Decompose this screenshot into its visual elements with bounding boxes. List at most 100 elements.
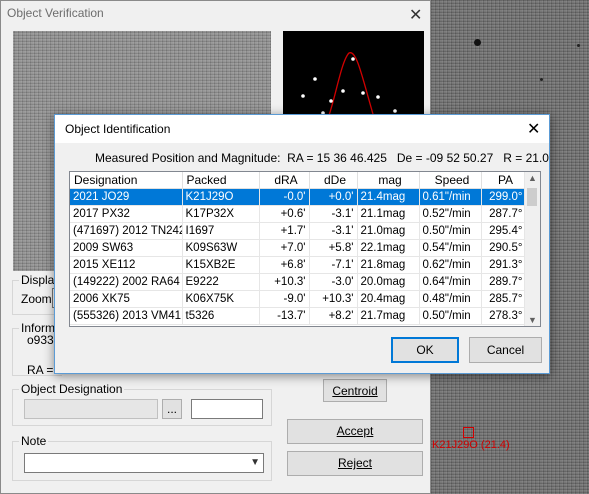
table-cell: 20.4mag [357,290,420,308]
column-header[interactable]: Speed [419,172,482,189]
browse-button[interactable]: ... [162,399,182,419]
table-cell: 21.1mag [357,205,420,223]
table-row[interactable]: 2017 PX32 K17P32X +0.6' -3.1' 21.1mag 0.52"/m… [70,205,527,223]
table-cell: 2015 XE112 [70,256,183,274]
table-cell: 2021 JO29 [70,188,183,206]
table-cell: K09S63W [182,239,260,257]
close-icon[interactable]: ✕ [527,121,540,137]
table-cell: -13.7' [259,307,310,325]
zoom-label: Zoom [21,292,52,306]
table-cell: 21.8mag [357,256,420,274]
column-header[interactable]: dRA [259,172,310,189]
verification-title: Object Verification [7,6,104,20]
reject-button[interactable]: Reject [287,451,423,476]
table-cell: 285.7° [481,290,527,308]
table-cell: 0.64"/min [419,273,482,291]
table-cell: 0.61"/min [419,188,482,206]
table-cell: +7.0' [259,239,310,257]
table-cell: I1697 [182,222,260,240]
table-cell: 21.4mag [357,188,420,206]
table-cell: -7.1' [309,256,358,274]
column-header[interactable]: mag [357,172,420,189]
column-header[interactable]: Packed [182,172,260,189]
column-header[interactable]: Designation [70,172,183,189]
column-header[interactable]: PA [481,172,527,189]
table-cell: K21J29O [182,188,260,206]
table-cell: -3.1' [309,205,358,223]
table-cell: 0.52"/min [419,205,482,223]
table-cell: 21.7mag [357,307,420,325]
scroll-down-icon[interactable]: ▼ [528,315,537,325]
designation-input[interactable] [24,399,158,419]
verification-title-bar: Object Verification ✕ [1,1,430,27]
vertical-scrollbar[interactable]: ▲ ▼ [524,172,540,326]
table-cell: K06X75K [182,290,260,308]
table-cell: t5326 [182,307,260,325]
identification-title-bar: Object Identification ✕ [55,115,549,143]
candidates-list[interactable]: Designation Packed dRA dDe mag Speed PA 2021 J… [69,171,541,327]
table-cell: (149222) 2002 RA64 [70,273,183,291]
table-cell: +10.3' [259,273,310,291]
object-marker[interactable] [463,427,474,438]
table-cell: 287.7° [481,205,527,223]
identification-title: Object Identification [65,122,171,136]
table-cell: K17P32X [182,205,260,223]
column-header[interactable]: dDe [309,172,358,189]
table-cell: E9222 [182,273,260,291]
table-row[interactable]: 2015 XE112 K15XB2E +6.8' -7.1' 21.8mag 0.62"/… [70,256,527,274]
scrollbar-thumb[interactable] [527,188,537,206]
table-cell: 291.3° [481,256,527,274]
table-cell: +1.7' [259,222,310,240]
close-icon[interactable]: ✕ [409,7,422,23]
table-row[interactable]: 2006 XK75 K06X75K -9.0' +10.3' 20.4mag 0.48"/… [70,290,527,308]
table-header: Designation Packed dRA dDe mag Speed PA [70,172,527,189]
note-select[interactable]: ▼ [24,453,264,473]
table-row[interactable]: (149222) 2002 RA64 E9222 +10.3' -3.0' 20.0ma… [70,273,527,291]
star [540,78,543,81]
table-cell: +6.8' [259,256,310,274]
table-cell: K15XB2E [182,256,260,274]
measured-summary: Measured Position and Magnitude: RA = 15… [95,151,549,165]
centroid-button[interactable]: Centroid [323,379,387,402]
table-cell: -3.0' [309,273,358,291]
star [474,39,481,46]
table-cell: 0.62"/min [419,256,482,274]
table-row[interactable]: 2021 JO29 K21J29O -0.0' +0.0' 21.4mag 0.61"/m… [70,188,527,206]
table-cell: 2009 SW63 [70,239,183,257]
table-cell: 299.0° [481,188,527,206]
object-identification-dialog: Object Identification ✕ Measured Positio… [54,114,550,374]
table-row[interactable]: (555326) 2013 VM41 t5326 -13.7' +8.2' 21.7ma… [70,307,527,325]
table-row[interactable]: (471697) 2012 TN242 I1697 +1.7' -3.1' 21.0ma… [70,222,527,240]
object-marker-label: K21J29O (21.4) [432,439,510,451]
accept-button[interactable]: Accept [287,419,423,444]
profile-plot [283,31,424,121]
chevron-down-icon[interactable]: ▼ [250,457,260,468]
star [577,44,580,47]
table-cell: -3.1' [309,222,358,240]
table-cell: 0.50"/min [419,222,482,240]
table-cell: 22.1mag [357,239,420,257]
table-cell: +0.0' [309,188,358,206]
note-label: Note [19,434,49,448]
table-cell: +5.8' [309,239,358,257]
table-cell: (555326) 2013 VM41 [70,307,183,325]
table-cell: 2017 PX32 [70,205,183,223]
cancel-button[interactable]: Cancel [469,337,542,363]
designation-extra-input[interactable] [191,399,263,419]
table-cell: +10.3' [309,290,358,308]
table-cell: 295.4° [481,222,527,240]
profile-curve [297,52,397,121]
ok-button[interactable]: OK [391,337,459,363]
table-cell: 0.54"/min [419,239,482,257]
candidates-table: Designation Packed dRA dDe mag Speed PA 2021 J… [70,172,527,325]
table-cell: +0.6' [259,205,310,223]
table-row[interactable]: 2009 SW63 K09S63W +7.0' +5.8' 22.1mag 0.54"/m… [70,239,527,257]
table-cell: +8.2' [309,307,358,325]
table-cell: 289.7° [481,273,527,291]
table-cell: 0.48"/min [419,290,482,308]
table-cell: 21.0mag [357,222,420,240]
table-cell: 290.5° [481,239,527,257]
scroll-up-icon[interactable]: ▲ [528,173,537,183]
table-cell: -9.0' [259,290,310,308]
table-cell: -0.0' [259,188,310,206]
